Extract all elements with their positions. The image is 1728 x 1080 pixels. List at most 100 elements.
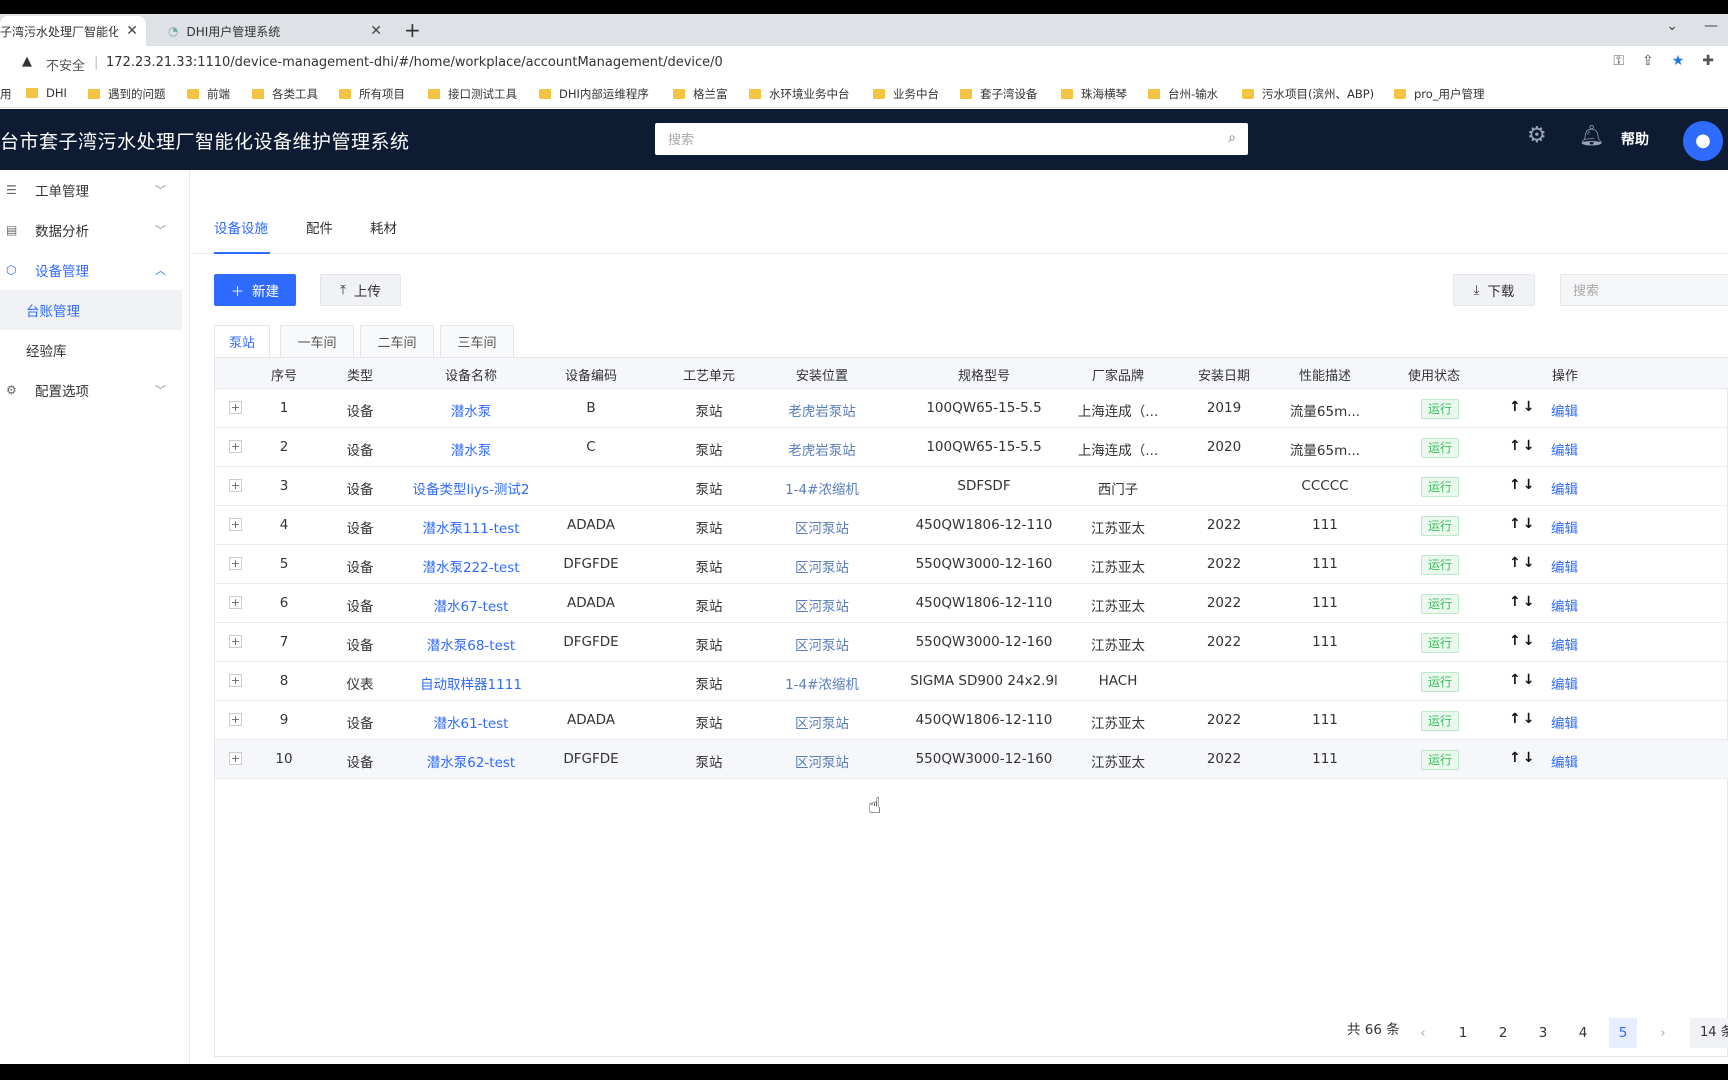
reorder-arrows-icon[interactable]: ↑↓ — [1509, 555, 1536, 571]
bookmark-star-icon[interactable]: ★ — [1672, 53, 1685, 69]
new-button[interactable]: ＋ 新建 — [214, 274, 296, 306]
bookmark-item[interactable]: 所有项目 — [339, 86, 405, 102]
close-tab-icon[interactable]: ✕ — [370, 23, 382, 39]
expand-row-icon[interactable]: + — [229, 713, 242, 726]
browser-tab[interactable]: ◔ DHI用户管理系统 ✕ — [158, 16, 390, 46]
cell-location[interactable]: 1-4#浓缩机 — [769, 478, 875, 498]
bookmark-item[interactable]: 前端 — [187, 86, 230, 102]
cell-location[interactable]: 区河泵站 — [769, 517, 875, 537]
edit-link[interactable]: 编辑 — [1551, 712, 1578, 732]
next-page-icon[interactable]: › — [1649, 1018, 1677, 1048]
upload-button[interactable]: ⤒ 上传 — [320, 274, 401, 306]
warning-icon[interactable]: ▲ — [22, 54, 32, 69]
tab-consumables[interactable]: 耗材 — [370, 217, 397, 237]
table-row[interactable]: +10 设备 潜水泵62-test DFGFDE 泵站 区河泵站 550QW3000-12-… — [215, 740, 1728, 779]
tab-search-icon[interactable]: ⌄ — [1666, 18, 1678, 34]
security-label[interactable]: 不安全 — [46, 55, 85, 74]
share-icon[interactable]: ⇪ — [1642, 53, 1654, 69]
sidebar-item-config-options[interactable]: ⚙ 配置选项 ﹀ — [0, 370, 190, 410]
tab-facilities[interactable]: 设备设施 — [214, 217, 268, 237]
cell-name[interactable]: 潜水泵222-test — [411, 556, 531, 576]
notification-bell-icon[interactable]: 🔔︎ — [1579, 123, 1604, 147]
extensions-icon[interactable]: ✚ — [1702, 53, 1714, 69]
subtab-pump-station[interactable]: 泵站 — [214, 325, 270, 357]
expand-row-icon[interactable]: + — [229, 596, 242, 609]
table-row[interactable]: +3 设备 设备类型liys-测试2 泵站 1-4#浓缩机 SDFSDF 西门子 CCCCC 运… — [215, 467, 1728, 506]
cell-location[interactable]: 1-4#浓缩机 — [769, 673, 875, 693]
edit-link[interactable]: 编辑 — [1551, 439, 1578, 459]
table-row[interactable]: +2 设备 潜水泵 C 泵站 老虎岩泵站 100QW65-15-5.5 上海连成（... 202… — [215, 428, 1728, 467]
expand-row-icon[interactable]: + — [229, 635, 242, 648]
cell-location[interactable]: 区河泵站 — [769, 556, 875, 576]
table-row[interactable]: +1 设备 潜水泵 B 泵站 老虎岩泵站 100QW65-15-5.5 上海连成（... 201… — [215, 389, 1728, 428]
subtab-workshop-2[interactable]: 二车间 — [360, 325, 434, 357]
settings-gear-icon[interactable]: ⚙ — [1527, 123, 1547, 148]
bookmark-item[interactable]: 套子湾设备 — [960, 86, 1038, 102]
cell-location[interactable]: 区河泵站 — [769, 751, 875, 771]
cell-location[interactable]: 区河泵站 — [769, 595, 875, 615]
user-avatar-icon[interactable]: ● — [1683, 121, 1723, 161]
bookmark-item[interactable]: 格兰富 — [673, 86, 728, 102]
page-2[interactable]: 2 — [1489, 1018, 1517, 1048]
cell-name[interactable]: 设备类型liys-测试2 — [411, 478, 531, 498]
url-field[interactable]: 172.23.21.33:1110/device-management-dhi/… — [106, 55, 723, 70]
new-tab-button[interactable]: + — [404, 18, 421, 42]
table-search-input[interactable] — [1561, 275, 1728, 305]
sidebar-item-data-analysis[interactable]: ▤ 数据分析 ﹀ — [0, 210, 190, 250]
sidebar-item-device-management[interactable]: ⬡ 设备管理 ︿ — [0, 250, 190, 290]
page-1[interactable]: 1 — [1449, 1018, 1477, 1048]
reorder-arrows-icon[interactable]: ↑↓ — [1509, 399, 1536, 415]
browser-tab-active[interactable]: 子湾污水处理厂智能化 ✕ — [0, 16, 146, 46]
expand-row-icon[interactable]: + — [229, 674, 242, 687]
bookmark-item[interactable]: 遇到的问题 — [88, 86, 166, 102]
expand-row-icon[interactable]: + — [229, 557, 242, 570]
search-icon[interactable]: ⌕ — [1228, 130, 1236, 146]
global-search-input[interactable] — [655, 123, 1248, 155]
sidebar-item-ledger[interactable]: 台账管理 — [0, 290, 182, 330]
cell-name[interactable]: 潜水泵68-test — [411, 634, 531, 654]
reorder-arrows-icon[interactable]: ↑↓ — [1509, 594, 1536, 610]
page-4[interactable]: 4 — [1569, 1018, 1597, 1048]
sidebar-item-work-orders[interactable]: ☰ 工单管理 ﹀ — [0, 170, 190, 210]
edit-link[interactable]: 编辑 — [1551, 634, 1578, 654]
download-button[interactable]: ⤓ 下载 — [1453, 274, 1535, 306]
edit-link[interactable]: 编辑 — [1551, 517, 1578, 537]
key-icon[interactable]: ⚿ — [1613, 53, 1624, 69]
page-3[interactable]: 3 — [1529, 1018, 1557, 1048]
table-row[interactable]: +8 仪表 自动取样器1111 泵站 1-4#浓缩机 SIGMA SD900 24x2.9… — [215, 662, 1728, 701]
reorder-arrows-icon[interactable]: ↑↓ — [1509, 438, 1536, 454]
cell-name[interactable]: 潜水泵62-test — [411, 751, 531, 771]
bookmark-item[interactable]: pro_用户管理 — [1394, 86, 1485, 102]
expand-row-icon[interactable]: + — [229, 401, 242, 414]
expand-row-icon[interactable]: + — [229, 440, 242, 453]
cell-location[interactable]: 老虎岩泵站 — [769, 439, 875, 459]
reorder-arrows-icon[interactable]: ↑↓ — [1509, 750, 1536, 766]
cell-location[interactable]: 区河泵站 — [769, 634, 875, 654]
subtab-workshop-3[interactable]: 三车间 — [440, 325, 514, 357]
cell-name[interactable]: 潜水泵 — [411, 400, 531, 420]
edit-link[interactable]: 编辑 — [1551, 478, 1578, 498]
reorder-arrows-icon[interactable]: ↑↓ — [1509, 711, 1536, 727]
reorder-arrows-icon[interactable]: ↑↓ — [1509, 516, 1536, 532]
tab-parts[interactable]: 配件 — [306, 217, 333, 237]
table-row[interactable]: +9 设备 潜水61-test ADADA 泵站 区河泵站 450QW1806-12-110… — [215, 701, 1728, 740]
page-size-select[interactable]: 14 条 — [1690, 1018, 1728, 1048]
expand-row-icon[interactable]: + — [229, 752, 242, 765]
bookmark-item[interactable]: DHI内部运维程序 — [539, 86, 649, 102]
bookmark-item[interactable]: 污水项目(滨州、ABP) — [1242, 86, 1374, 102]
bookmark-item[interactable]: DHI — [26, 86, 67, 100]
edit-link[interactable]: 编辑 — [1551, 556, 1578, 576]
reorder-arrows-icon[interactable]: ↑↓ — [1509, 633, 1536, 649]
subtab-workshop-1[interactable]: 一车间 — [280, 325, 354, 357]
table-row[interactable]: +4 设备 潜水泵111-test ADADA 泵站 区河泵站 450QW1806-12-1… — [215, 506, 1728, 545]
bookmark-item[interactable]: 台州-输水 — [1148, 86, 1218, 102]
edit-link[interactable]: 编辑 — [1551, 400, 1578, 420]
bookmark-item[interactable]: 水环境业务中台 — [749, 86, 850, 102]
table-row[interactable]: +6 设备 潜水67-test ADADA 泵站 区河泵站 450QW1806-12-110… — [215, 584, 1728, 623]
bookmark-item[interactable]: 珠海横琴 — [1061, 86, 1127, 102]
sidebar-item-experience-library[interactable]: 经验库 — [0, 330, 182, 370]
edit-link[interactable]: 编辑 — [1551, 751, 1578, 771]
expand-row-icon[interactable]: + — [229, 479, 242, 492]
help-link[interactable]: 帮助 — [1621, 129, 1649, 149]
cell-name[interactable]: 潜水61-test — [411, 712, 531, 732]
